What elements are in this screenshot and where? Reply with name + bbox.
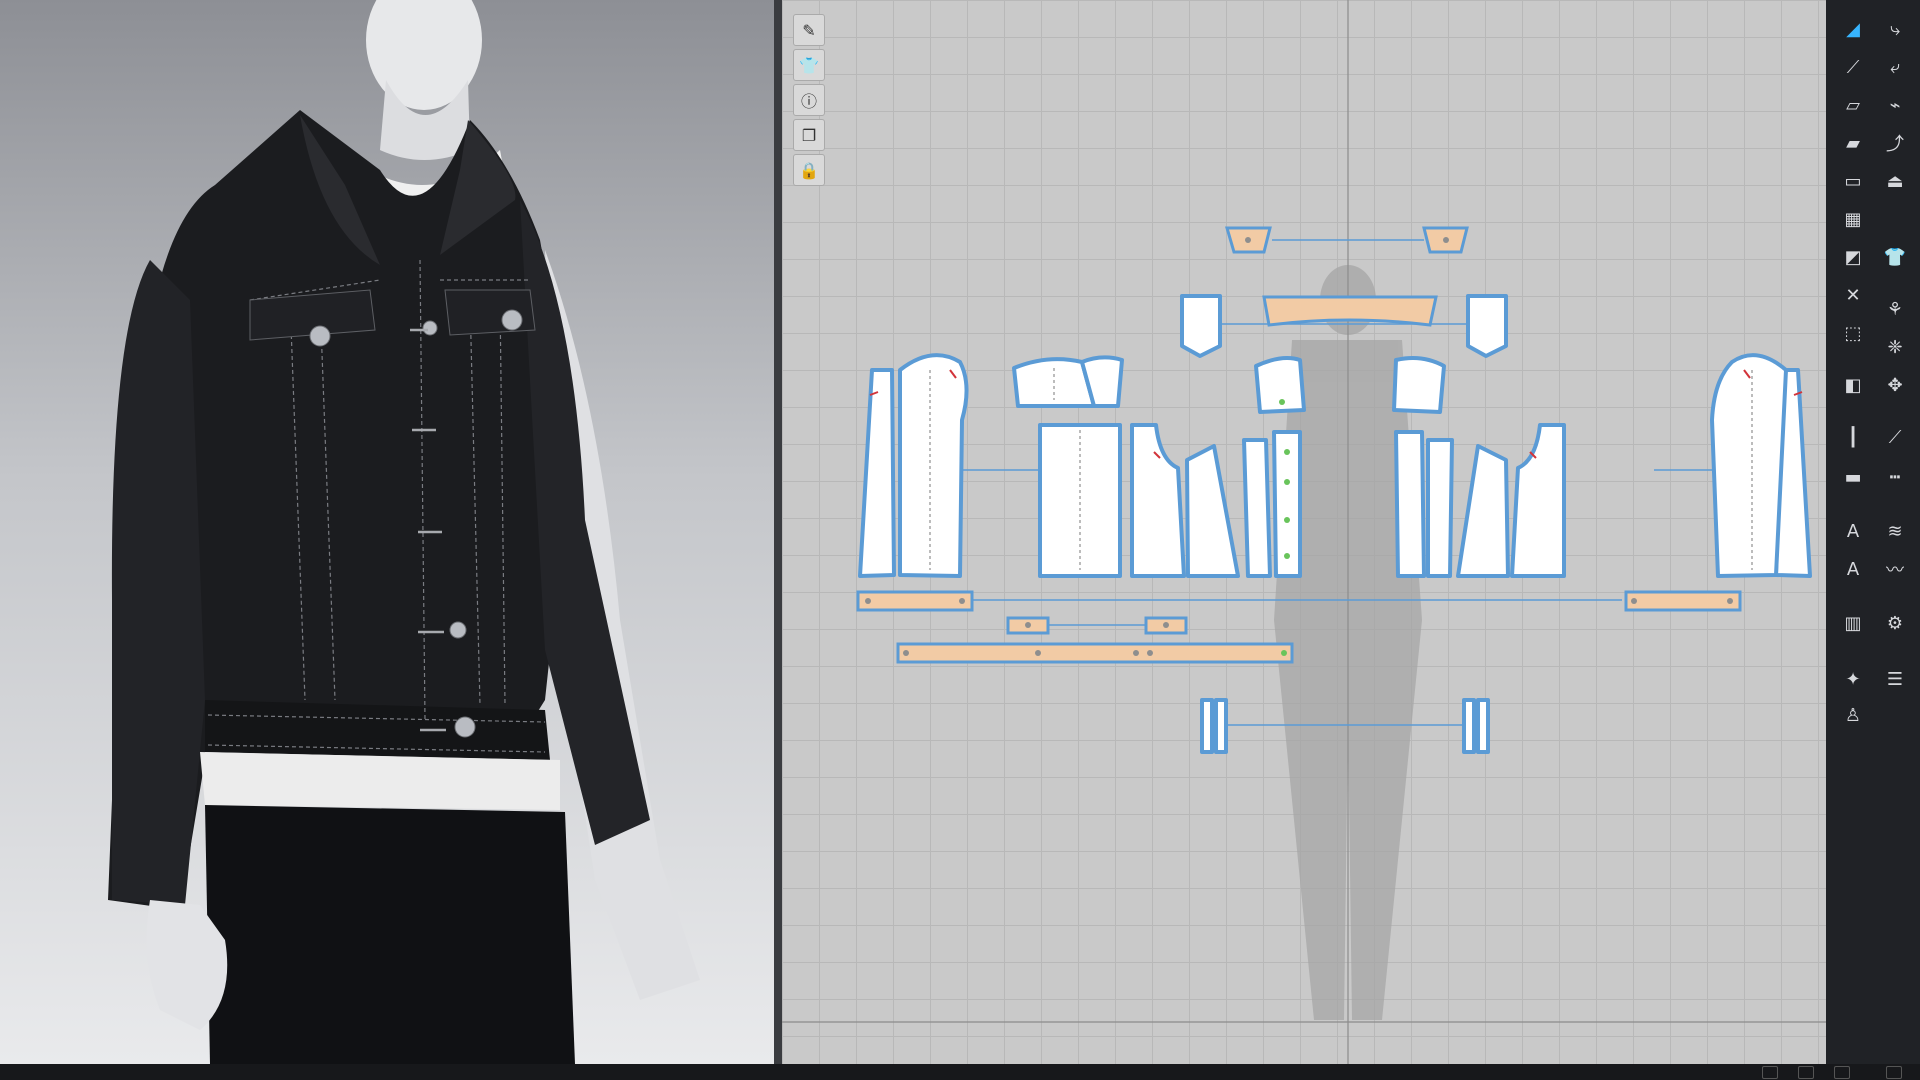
edit-curve-icon[interactable]: ⤶ — [1878, 52, 1912, 82]
tshirt-hem — [200, 752, 560, 810]
jacket-sleeve-left — [111, 260, 205, 905]
ruler-icon[interactable]: ✥ — [1878, 370, 1912, 400]
pin-icon[interactable]: ⬚ — [1836, 318, 1870, 348]
list-icon[interactable]: ☰ — [1878, 664, 1912, 694]
layout-split-icon[interactable] — [1798, 1066, 1814, 1079]
cut-icon[interactable]: 👕 — [1878, 242, 1912, 272]
avatar-garment-render — [108, 0, 700, 1064]
layout-2d-icon[interactable] — [1834, 1066, 1850, 1079]
fold-icon[interactable]: ◩ — [1836, 242, 1870, 272]
right-toolbar: ◢ ⤷ ⟋ ⤶ ▱ ⌁ ▰ ⤴ ▭ ⏏ ▦ ◩ 👕 ✕ ⚘ ⬚ ❈ ◧ ✥ ┃ … — [1826, 0, 1920, 1064]
iron-icon[interactable]: ⏏ — [1878, 166, 1912, 196]
brush-icon[interactable]: ✎ — [793, 14, 825, 46]
annotation-icon[interactable]: ⟋ — [1878, 422, 1912, 452]
grid-icon[interactable]: ≋ — [1878, 516, 1912, 546]
transform-pattern-icon[interactable]: ◢ — [1836, 14, 1870, 44]
grade-icon[interactable]: A — [1836, 516, 1870, 546]
dash-icon[interactable]: ┃ — [1836, 422, 1870, 452]
internal-polygon-icon[interactable]: ⌁ — [1878, 90, 1912, 120]
sewing-icon[interactable]: ⤴ — [1878, 128, 1912, 158]
edit-point-icon[interactable]: ⟋ — [1836, 52, 1870, 82]
text-icon[interactable]: ┅ — [1878, 462, 1912, 492]
settings-icon[interactable] — [1886, 1066, 1902, 1079]
figure-icon[interactable]: ♙ — [1836, 700, 1870, 730]
measure-icon[interactable]: ◧ — [1836, 370, 1870, 400]
dart-icon[interactable]: ⚘ — [1878, 294, 1912, 324]
info-icon[interactable]: ⓘ — [793, 84, 825, 116]
avatar-pose-icon[interactable]: ⚙ — [1878, 608, 1912, 638]
status-bar — [0, 1064, 1920, 1080]
lock-shirt-icon[interactable]: 🔒 — [793, 154, 825, 186]
avatar-icon[interactable]: ✦ — [1836, 664, 1870, 694]
avatar-sync-icon[interactable]: ⤷ — [1878, 14, 1912, 44]
segment-sewing-icon[interactable]: ❈ — [1878, 332, 1912, 362]
rectangle-icon[interactable]: ▱ — [1836, 90, 1870, 120]
window-divider[interactable] — [774, 0, 782, 1064]
shirt-icon[interactable]: 👕 — [793, 49, 825, 81]
layout-single-icon[interactable] — [1762, 1066, 1778, 1079]
puzzle-icon[interactable]: ▥ — [1836, 608, 1870, 638]
fabric-icon[interactable]: A — [1836, 554, 1870, 584]
zigzag-icon[interactable]: ▬ — [1836, 462, 1870, 492]
tools-2d-palette: ✎ 👕 ⓘ ❐ 🔒 — [793, 14, 827, 186]
trace-icon[interactable]: ▭ — [1836, 166, 1870, 196]
layers-icon[interactable]: ❐ — [793, 119, 825, 151]
pants — [205, 805, 575, 1064]
texture-icon[interactable]: ▦ — [1836, 204, 1870, 234]
viewport-2d-pattern[interactable]: ✎ 👕 ⓘ ❐ 🔒 — [782, 0, 1826, 1064]
viewport-3d[interactable] — [0, 0, 774, 1064]
gift-icon[interactable]: 〰 — [1878, 554, 1912, 584]
pattern-layout — [782, 0, 1826, 1064]
tuck-icon[interactable]: ✕ — [1836, 280, 1870, 310]
polygon-icon[interactable]: ▰ — [1836, 128, 1870, 158]
chest-pocket-right — [444, 289, 536, 336]
